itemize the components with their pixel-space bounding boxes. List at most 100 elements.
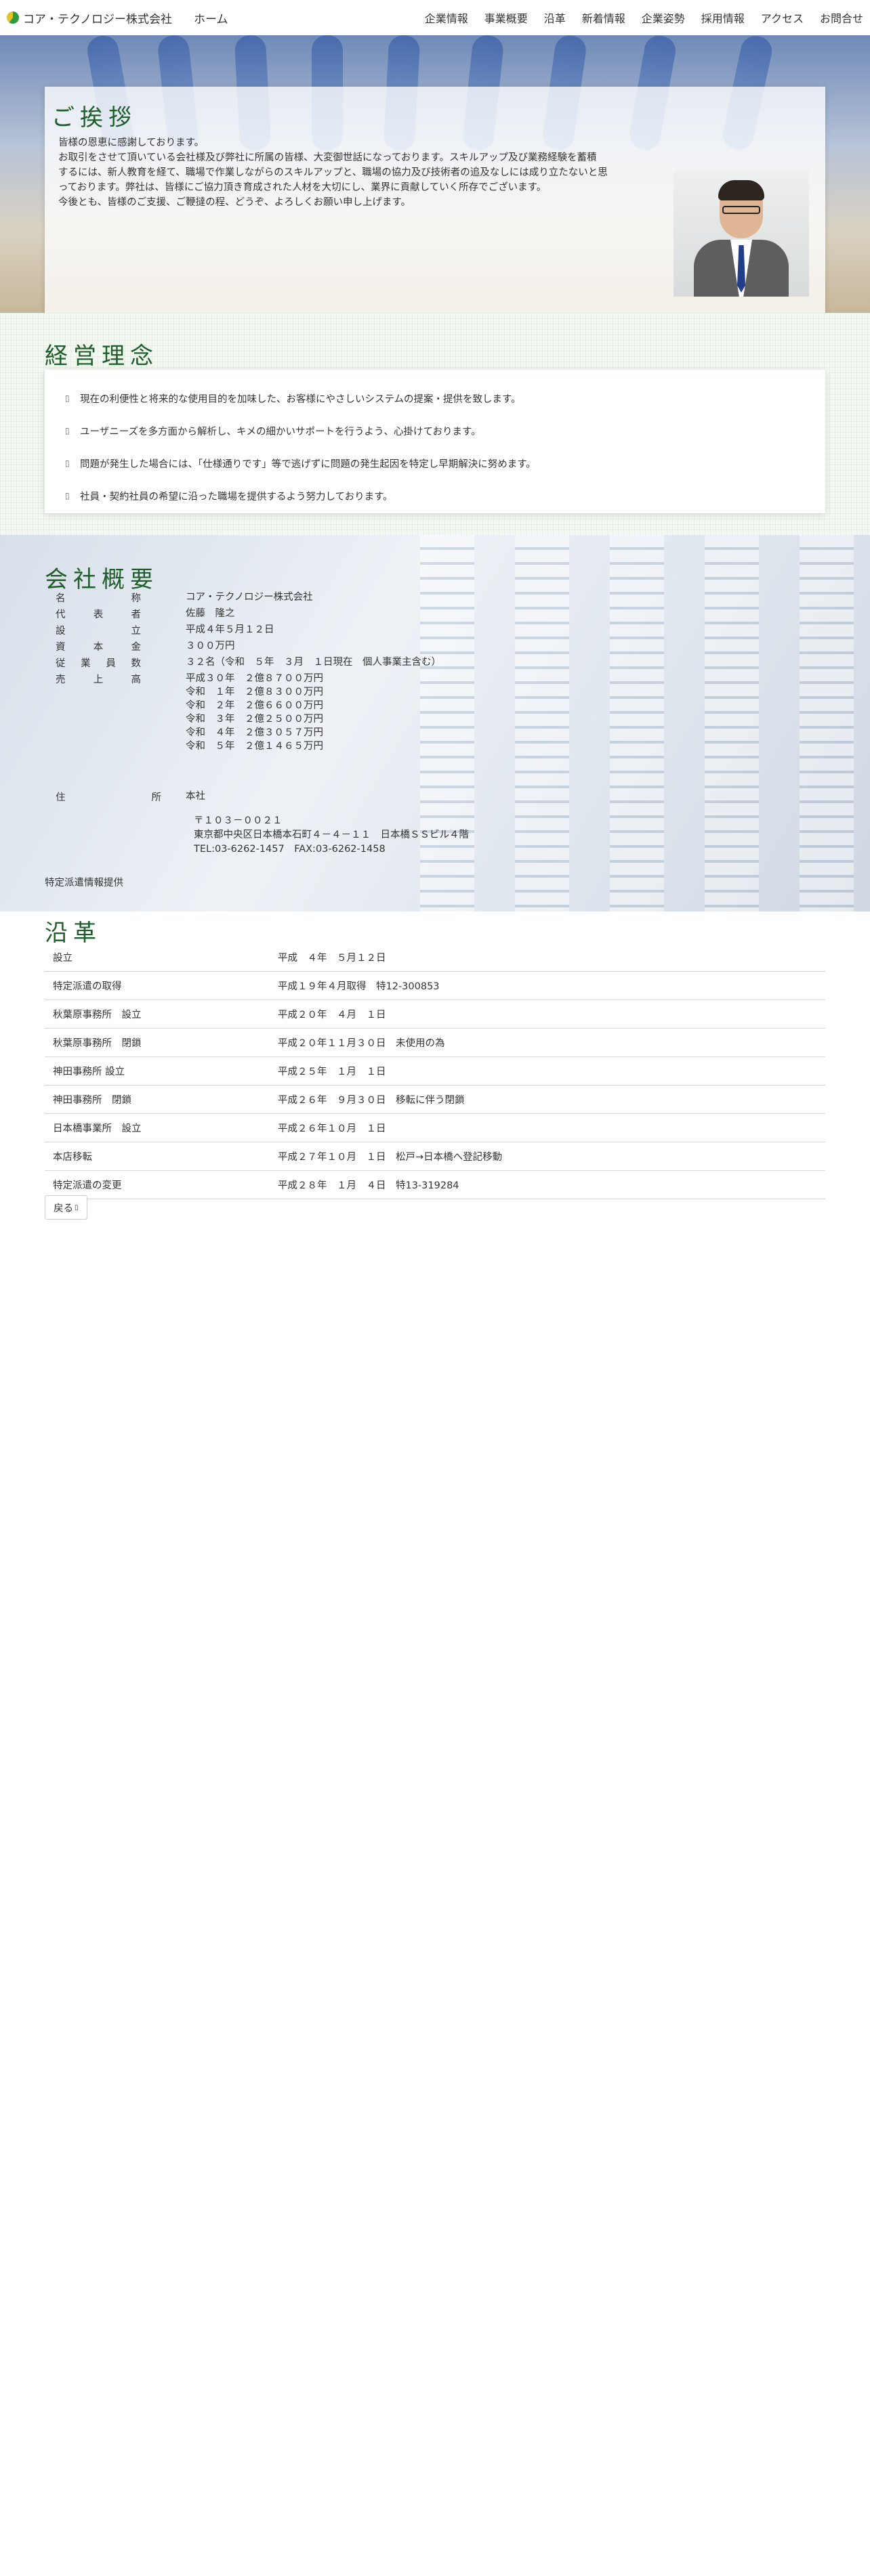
overview-label-char: 住 xyxy=(56,792,66,803)
philosophy-item: ▯ ユーザニーズを多方面から解析し、キメの細かいサポートを行うよう、心掛けており… xyxy=(45,414,825,447)
table-row: 神田事務所 閉鎖 平成２６年 ９月３０日 移転に伴う閉鎖 xyxy=(45,1086,825,1114)
overview-label-char: 所 xyxy=(151,792,162,803)
back-button[interactable]: 戻る ▯ xyxy=(45,1195,87,1220)
nav-item-company-info[interactable]: 企業情報 xyxy=(425,9,468,26)
portrait-hair xyxy=(718,180,764,200)
table-row: 特定派遣の取得 平成１９年４月取得 特12-300853 xyxy=(45,972,825,1000)
overview-row: 住 所 本社 xyxy=(56,790,205,804)
history-date: 平成１９年４月取得 特12-300853 xyxy=(278,981,440,992)
nav-item-business[interactable]: 事業概要 xyxy=(484,9,528,26)
philosophy-item-text: 現在の利便性と将来的な使用目的を加味した、お客様にやさしいシステムの提案・提供を… xyxy=(80,393,521,405)
overview-value-line: 令和 ５年 ２億１４６５万円 xyxy=(186,741,323,752)
greeting-line: っております。弊社は、皆様にご協力頂き育成された人材を大切にし、業界に貢献してい… xyxy=(58,182,547,193)
history-event: 秋葉原事務所 設立 xyxy=(53,1010,142,1021)
overview-value-line: 平成４年５月１２日 xyxy=(186,624,274,635)
overview-row: 資 本 金 ３００万円 xyxy=(56,639,235,653)
overview-value: コア・テクノロジー株式会社 xyxy=(186,591,313,605)
overview-section: 会社概要 名 称 コア・テクノロジー株式会社 代 表 者 佐藤 隆之 設 立 平… xyxy=(0,535,870,911)
overview-bg-decor xyxy=(705,535,759,911)
overview-row: 売 上 高 平成３０年 ２億８７００万円 令和 １年 ２億８３００万円 令和 ２… xyxy=(56,672,323,753)
overview-row: 従 業 員 数 ３２名（令和 ５年 ３月 １日現在 個人事業主含む） xyxy=(56,656,441,670)
overview-label: 住 所 xyxy=(56,790,161,804)
history-date: 平成 ４年 ５月１２日 xyxy=(278,953,386,964)
overview-label: 名 称 xyxy=(56,591,141,605)
bullet-icon: ▯ xyxy=(65,393,70,403)
bullet-icon: ▯ xyxy=(65,426,70,435)
bullet-icon: ▯ xyxy=(65,458,70,468)
history-date: 平成２０年１１月３０日 未使用の為 xyxy=(278,1038,445,1049)
overview-value: 本社 xyxy=(186,790,205,804)
overview-value-line: 令和 １年 ２億８３００万円 xyxy=(186,687,323,697)
history-date: 平成２６年 ９月３０日 移転に伴う閉鎖 xyxy=(278,1095,465,1106)
president-portrait xyxy=(674,171,809,297)
overview-value-line: 平成３０年 ２億８７００万円 xyxy=(186,673,323,684)
greeting-line: お取引をさせて頂いている会社様及び弊社に所属の皆様、大変御世話になっております。… xyxy=(58,152,597,163)
overview-label-char: 資 xyxy=(56,642,66,653)
history-event: 日本橋事業所 設立 xyxy=(53,1123,142,1134)
nav-item-access[interactable]: アクセス xyxy=(761,9,804,26)
overview-value-line: 令和 ２年 ２億６６００万円 xyxy=(186,700,323,711)
portrait-glasses xyxy=(722,206,760,214)
overview-value-line: コア・テクノロジー株式会社 xyxy=(186,592,313,603)
history-event: 神田事務所 閉鎖 xyxy=(53,1095,131,1106)
philosophy-item-text: 社員・契約社員の希望に沿った職場を提供するよう努力しております。 xyxy=(80,491,393,502)
overview-label: 売 上 高 xyxy=(56,672,141,686)
nav-left: コア・テクノロジー株式会社 ホーム xyxy=(7,9,228,26)
greeting-line: 今後とも、皆様のご支援、ご鞭撻の程、どうぞ、よろしくお願い申し上げます。 xyxy=(58,197,411,208)
table-row: 日本橋事業所 設立 平成２６年１０月 １日 xyxy=(45,1114,825,1142)
history-date: 平成２７年１０月 １日 松戸→日本橋へ登記移動 xyxy=(278,1152,503,1163)
overview-label-char: 立 xyxy=(131,626,142,637)
philosophy-item-text: ユーザニーズを多方面から解析し、キメの細かいサポートを行うよう、心掛けております… xyxy=(80,426,481,437)
overview-label-char: 従 xyxy=(56,658,66,669)
nav-menu: 企業情報 事業概要 沿革 新着情報 企業姿勢 採用情報 アクセス お問合せ xyxy=(425,9,863,26)
history-event: 特定派遣の取得 xyxy=(53,981,122,992)
history-event: 神田事務所 設立 xyxy=(53,1067,125,1077)
nav-item-stance[interactable]: 企業姿勢 xyxy=(642,9,685,26)
history-table: 設立 平成 ４年 ５月１２日 特定派遣の取得 平成１９年４月取得 特12-30085… xyxy=(45,943,825,1199)
philosophy-title: 経営理念 xyxy=(45,343,159,370)
overview-value-line: 令和 ３年 ２億２５００万円 xyxy=(186,714,323,725)
history-date: 平成２６年１０月 １日 xyxy=(278,1123,386,1134)
top-nav: コア・テクノロジー株式会社 ホーム 企業情報 事業概要 沿革 新着情報 企業姿勢… xyxy=(0,0,870,35)
overview-value: ３００万円 xyxy=(186,639,235,653)
external-icon: ▯ xyxy=(75,1203,79,1211)
nav-home-link[interactable]: ホーム xyxy=(194,9,228,26)
philosophy-item: ▯ 社員・契約社員の希望に沿った職場を提供するよう努力しております。 xyxy=(45,479,825,512)
dispatch-info-link[interactable]: 特定派遣情報提供 xyxy=(45,875,123,889)
overview-value: 平成３０年 ２億８７００万円 令和 １年 ２億８３００万円 令和 ２年 ２億６６… xyxy=(186,672,323,753)
greeting-line: するには、新人教育を経て、職場で作業しながらのスキルアップと、職場の協力及び技術… xyxy=(58,167,608,178)
nav-item-history[interactable]: 沿革 xyxy=(544,9,566,26)
overview-value: ３２名（令和 ５年 ３月 １日現在 個人事業主含む） xyxy=(186,656,441,670)
nav-item-news[interactable]: 新着情報 xyxy=(582,9,625,26)
overview-row: 設 立 平成４年５月１２日 xyxy=(56,623,274,637)
company-logo-icon[interactable] xyxy=(7,12,19,24)
history-event: 特定派遣の変更 xyxy=(53,1180,122,1191)
overview-value: 平成４年５月１２日 xyxy=(186,623,274,637)
overview-label-char: 設 xyxy=(56,626,66,637)
greeting-text: 皆様の恩恵に感謝しております。 お取引をさせて頂いている会社様及び弊社に所属の皆… xyxy=(58,135,688,210)
table-row: 秋葉原事務所 設立 平成２０年 ４月 １日 xyxy=(45,1000,825,1029)
overview-label-char: 者 xyxy=(131,609,142,620)
overview-value-line: 佐藤 隆之 xyxy=(186,608,235,619)
table-row: 本店移転 平成２７年１０月 １日 松戸→日本橋へ登記移動 xyxy=(45,1142,825,1171)
overview-label: 資 本 金 xyxy=(56,639,141,653)
history-date: 平成２８年 １月 ４日 特13-319284 xyxy=(278,1180,459,1191)
overview-label: 従 業 員 数 xyxy=(56,656,141,670)
philosophy-item-text: 問題が発生した場合には、「仕様通りです」等で逃げずに問題の発生起因を特定し早期解… xyxy=(80,458,536,470)
overview-bg-decor xyxy=(800,535,854,911)
history-event: 設立 xyxy=(53,953,72,964)
overview-label: 代 表 者 xyxy=(56,607,141,621)
philosophy-section: 経営理念 ▯ 現在の利便性と将来的な使用目的を加味した、お客様にやさしいシステム… xyxy=(0,313,870,535)
address-phone: TEL:03-6262-1457 FAX:03-6262-1458 xyxy=(194,844,386,855)
overview-value-line: 本社 xyxy=(186,791,205,802)
bullet-icon: ▯ xyxy=(65,491,70,500)
nav-item-recruit[interactable]: 採用情報 xyxy=(701,9,745,26)
overview-label-char: 金 xyxy=(131,642,142,653)
philosophy-card: ▯ 現在の利便性と将来的な使用目的を加味した、お客様にやさしいシステムの提案・提… xyxy=(45,370,825,513)
overview-label: 設 立 xyxy=(56,623,141,637)
overview-title: 会社概要 xyxy=(45,566,159,593)
history-title: 沿革 xyxy=(45,920,102,947)
brand-link[interactable]: コア・テクノロジー株式会社 xyxy=(23,9,172,26)
nav-item-contact[interactable]: お問合せ xyxy=(820,9,863,26)
overview-label-char: 表 xyxy=(93,609,104,620)
